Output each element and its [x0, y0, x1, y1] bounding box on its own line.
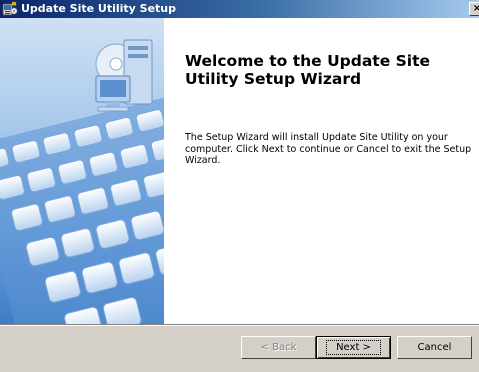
installer-icon	[2, 1, 18, 16]
setup-window: Update Site Utility Setup × Welcome to t…	[0, 0, 479, 372]
wizard-content: Welcome to the Update Site Utility Setup…	[0, 18, 479, 324]
next-button-label: Next >	[326, 340, 381, 355]
computer-cd-icon	[95, 39, 153, 112]
back-button-label: < Back	[260, 342, 297, 353]
wizard-description: The Setup Wizard will install Update Sit…	[185, 132, 472, 166]
window-title: Update Site Utility Setup	[21, 2, 176, 15]
wizard-side-banner	[0, 18, 164, 324]
close-icon: ×	[472, 3, 479, 14]
title-bar[interactable]: Update Site Utility Setup ×	[0, 0, 479, 18]
next-button[interactable]: Next >	[316, 336, 391, 359]
back-button[interactable]: < Back	[241, 336, 316, 359]
wizard-heading: Welcome to the Update Site Utility Setup…	[185, 52, 431, 88]
cancel-button[interactable]: Cancel	[397, 336, 472, 359]
cancel-button-label: Cancel	[417, 342, 452, 353]
footer-separator	[0, 324, 479, 326]
close-button[interactable]: ×	[469, 2, 479, 16]
keyboard-image	[0, 18, 164, 324]
